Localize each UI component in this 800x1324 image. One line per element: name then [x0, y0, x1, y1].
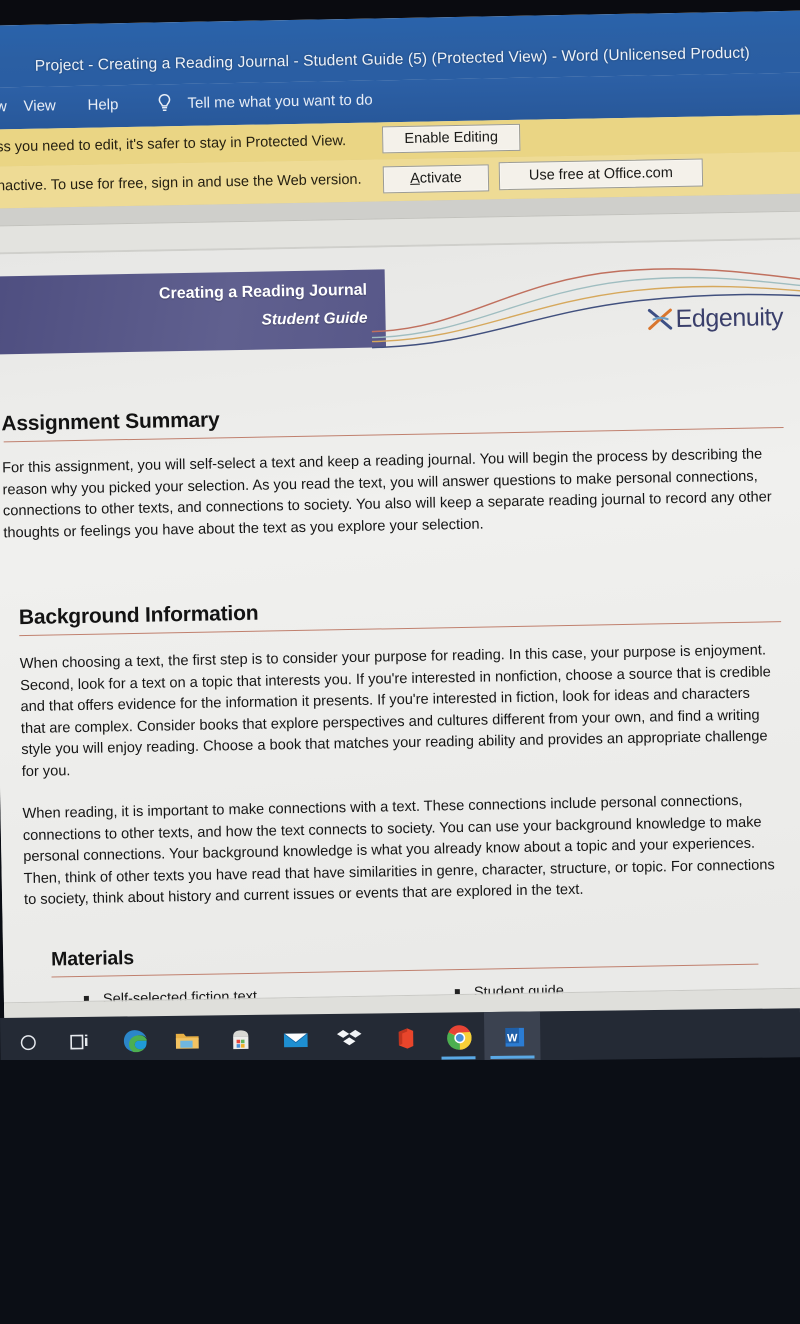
assignment-summary-paragraph: For this assignment, you will self-selec…: [2, 446, 772, 541]
edgenuity-x-mark-icon: [647, 308, 673, 330]
heading-background-information: Background Information: [18, 601, 259, 630]
microsoft-word-icon[interactable]: W: [498, 1021, 530, 1053]
dropbox-icon[interactable]: [333, 1023, 365, 1055]
screen-area: Project - Creating a Reading Journal - S…: [0, 10, 800, 1036]
activate-button[interactable]: Activate: [382, 164, 490, 194]
word-running-indicator: [490, 1055, 535, 1060]
lightbulb-icon: [155, 93, 173, 113]
file-explorer-icon[interactable]: [171, 1025, 203, 1057]
microsoft-store-icon[interactable]: [224, 1024, 256, 1056]
edgenuity-logo: Edgenuity: [646, 303, 783, 334]
google-chrome-icon[interactable]: [443, 1021, 475, 1053]
windows-taskbar: W: [0, 1008, 800, 1067]
cortana-search-icon[interactable]: [12, 1026, 44, 1058]
photo-background: Project - Creating a Reading Journal - S…: [0, 0, 800, 1324]
activate-label-rest: ctivate: [419, 170, 462, 187]
banner-subtitle: Student Guide: [261, 309, 368, 329]
document-title-banner: Creating a Reading Journal Student Guide: [0, 269, 387, 355]
heading-materials: Materials: [50, 947, 135, 971]
background-paragraph-2: When reading, it is important to make co…: [22, 792, 775, 909]
microsoft-edge-icon[interactable]: [118, 1025, 150, 1057]
section-background-information: Background Information When choosing a t…: [19, 592, 800, 912]
window-title: Project - Creating a Reading Journal - S…: [34, 44, 750, 75]
activation-message: nactive. To use for free, sign in and us…: [0, 171, 362, 195]
task-view-icon[interactable]: [63, 1026, 95, 1058]
section-assignment-summary: Assignment Summary For this assignment, …: [1, 398, 793, 544]
banner-title: Creating a Reading Journal: [158, 281, 368, 303]
tell-me-search[interactable]: Tell me what you want to do: [187, 92, 372, 112]
mail-icon[interactable]: [279, 1023, 311, 1055]
heading-assignment-summary: Assignment Summary: [1, 408, 220, 436]
protected-view-message: ss you need to edit, it's safer to stay …: [0, 133, 347, 156]
photo-dark-area: [0, 1060, 800, 1324]
activate-accelerator: A: [410, 170, 420, 188]
enable-editing-button[interactable]: Enable Editing: [381, 123, 521, 154]
ribbon-tab-view[interactable]: View: [23, 97, 56, 115]
svg-text:W: W: [507, 1032, 518, 1044]
background-paragraph-1: When choosing a text, the first step is …: [19, 642, 771, 780]
edgenuity-wordmark: Edgenuity: [675, 303, 784, 333]
ribbon-tab-help[interactable]: Help: [87, 96, 118, 114]
microsoft-office-icon[interactable]: [388, 1022, 420, 1054]
document-page: Creating a Reading Journal Student Guide…: [0, 239, 800, 1036]
use-free-at-office-button[interactable]: Use free at Office.com: [498, 158, 704, 191]
ribbon-tab-review[interactable]: ew: [0, 98, 7, 115]
